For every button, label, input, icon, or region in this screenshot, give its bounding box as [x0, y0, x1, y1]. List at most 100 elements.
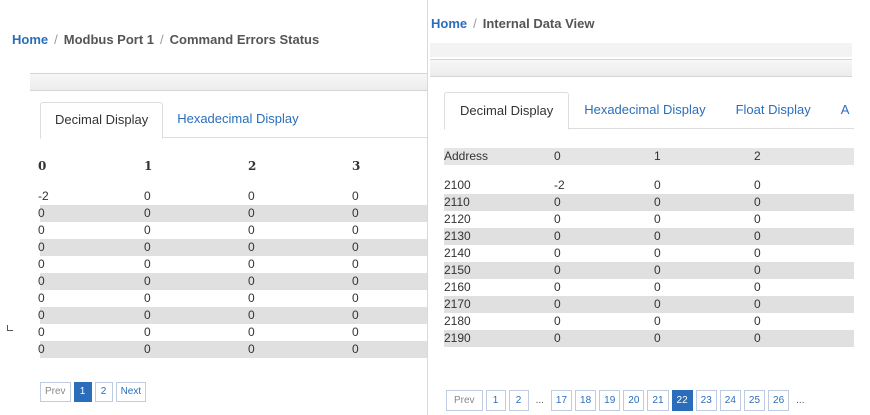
page-23-button[interactable]: 23 — [695, 390, 717, 411]
table-cell: 0 — [38, 274, 45, 288]
table-cell: 0 — [248, 223, 255, 237]
tab-float-display[interactable]: Float Display — [721, 92, 826, 128]
table-cell: 0 — [654, 314, 661, 328]
table-header-row: 0 1 2 3 — [38, 158, 427, 176]
table-cell: 0 — [654, 178, 661, 192]
table-cell: 0 — [352, 308, 359, 322]
tab-hexadecimal-display[interactable]: Hexadecimal Display — [163, 102, 312, 137]
column-header: 3 — [352, 159, 361, 173]
table-cell: 0 — [144, 206, 151, 220]
table-cell: 0 — [352, 342, 359, 356]
column-header: 2 — [754, 149, 761, 163]
table-cell: 0 — [654, 280, 661, 294]
table-row: 2120 0 0 0 — [444, 211, 854, 228]
table-cell: 0 — [248, 325, 255, 339]
breadcrumb-page-title: Internal Data View — [482, 16, 595, 31]
table-cell: 0 — [38, 308, 45, 322]
table-cell: 0 — [654, 331, 661, 345]
table-cell: 0 — [654, 246, 661, 260]
table-cell: 0 — [554, 212, 561, 226]
page-26-button[interactable]: 26 — [768, 390, 790, 411]
table-cell: 0 — [248, 189, 255, 203]
table-cell: 0 — [554, 331, 561, 345]
table-cell: 0 — [654, 212, 661, 226]
table-row: 0 0 0 0 — [38, 222, 427, 239]
display-tabs: Decimal Display Hexadecimal Display — [40, 102, 427, 139]
breadcrumb: Home / Internal Data View — [431, 16, 595, 31]
table-cell: 0 — [248, 240, 255, 254]
toolbar-strip — [30, 73, 427, 91]
table-cell: 2120 — [444, 212, 471, 226]
table-cell: 0 — [754, 195, 761, 209]
table-cell: 0 — [144, 325, 151, 339]
page-18-button[interactable]: 18 — [575, 390, 597, 411]
page-19-button[interactable]: 19 — [599, 390, 621, 411]
breadcrumb-home-link[interactable]: Home — [431, 16, 467, 31]
breadcrumb-separator: / — [54, 32, 58, 47]
table-cell: -2 — [38, 189, 49, 203]
table-cell: 0 — [38, 325, 45, 339]
table-cell: 0 — [144, 291, 151, 305]
page-1-button[interactable]: 1 — [485, 390, 506, 411]
table-row: 2160 0 0 0 — [444, 279, 854, 296]
table-cell: 0 — [144, 274, 151, 288]
next-page-button[interactable]: Next — [115, 382, 147, 402]
table-row: 2130 0 0 0 — [444, 228, 854, 245]
table-cell: 0 — [754, 246, 761, 260]
table-cell: 2100 — [444, 178, 471, 192]
table-cell: 2160 — [444, 280, 471, 294]
column-header: 0 — [554, 149, 561, 163]
table-row: 2100 -2 0 0 — [444, 177, 854, 194]
page-24-button[interactable]: 24 — [719, 390, 741, 411]
table-cell: 0 — [144, 240, 151, 254]
column-header: 2 — [248, 159, 257, 173]
table-cell: 2130 — [444, 229, 471, 243]
page-22-button[interactable]: 22 — [671, 390, 693, 411]
tab-decimal-display[interactable]: Decimal Display — [444, 92, 570, 130]
tab-a[interactable]: A — [826, 92, 865, 128]
table-cell: 0 — [352, 291, 359, 305]
table-cell: 0 — [38, 206, 45, 220]
table-cell: 2140 — [444, 246, 471, 260]
table-cell: 0 — [554, 314, 561, 328]
table-cell: 0 — [554, 246, 561, 260]
breadcrumb-home-link[interactable]: Home — [12, 32, 48, 47]
prev-page-button[interactable]: Prev — [40, 382, 71, 402]
tab-decimal-display[interactable]: Decimal Display — [40, 102, 164, 139]
breadcrumb-modbus-port[interactable]: Modbus Port 1 — [64, 32, 154, 47]
table-cell: 0 — [554, 280, 561, 294]
table-cell: 0 — [248, 206, 255, 220]
prev-page-button[interactable]: Prev — [446, 390, 483, 411]
column-header: 1 — [654, 149, 661, 163]
data-table: 0 1 2 3 -2 0 0 0 0 0 0 0 0 0 0 0 0 0 0 0 0 0 0 0 0 0 0 0 0 0 0 0 0 0 0 0 0 0 0… — [38, 158, 427, 358]
pagination-ellipsis: ... — [796, 395, 805, 406]
table-cell: 2170 — [444, 297, 471, 311]
table-cell: 0 — [352, 189, 359, 203]
header-spacer — [40, 176, 427, 188]
toolbar-strip — [430, 59, 852, 77]
left-panel: Home / Modbus Port 1 / Command Errors Status… — [0, 0, 427, 415]
page-2-button[interactable]: 2 — [508, 390, 529, 411]
page-17-button[interactable]: 17 — [550, 390, 573, 411]
table-cell: 0 — [754, 263, 761, 277]
table-cell: 0 — [554, 263, 561, 277]
table-row: 2170 0 0 0 — [444, 296, 854, 313]
table-cell: 0 — [248, 274, 255, 288]
table-cell: 0 — [654, 195, 661, 209]
column-header: Address — [444, 149, 489, 163]
table-cell: 0 — [352, 257, 359, 271]
table-cell: 0 — [352, 240, 359, 254]
table-row: 0 0 0 0 — [38, 273, 427, 290]
table-cell: 0 — [248, 291, 255, 305]
table-cell: 0 — [38, 257, 45, 271]
table-cell: 0 — [248, 308, 255, 322]
page-21-button[interactable]: 21 — [647, 390, 669, 411]
pagination-ellipsis: ... — [535, 395, 544, 406]
pagination: Prev 1 2... 17 18 19 20 21 22 23 24 25 26... — [446, 390, 809, 411]
page-20-button[interactable]: 20 — [623, 390, 645, 411]
page-2-button[interactable]: 2 — [94, 382, 113, 402]
page-1-button[interactable]: 1 — [73, 382, 92, 402]
tab-hexadecimal-display[interactable]: Hexadecimal Display — [569, 92, 720, 128]
page-25-button[interactable]: 25 — [743, 390, 766, 411]
table-cell: 0 — [248, 257, 255, 271]
